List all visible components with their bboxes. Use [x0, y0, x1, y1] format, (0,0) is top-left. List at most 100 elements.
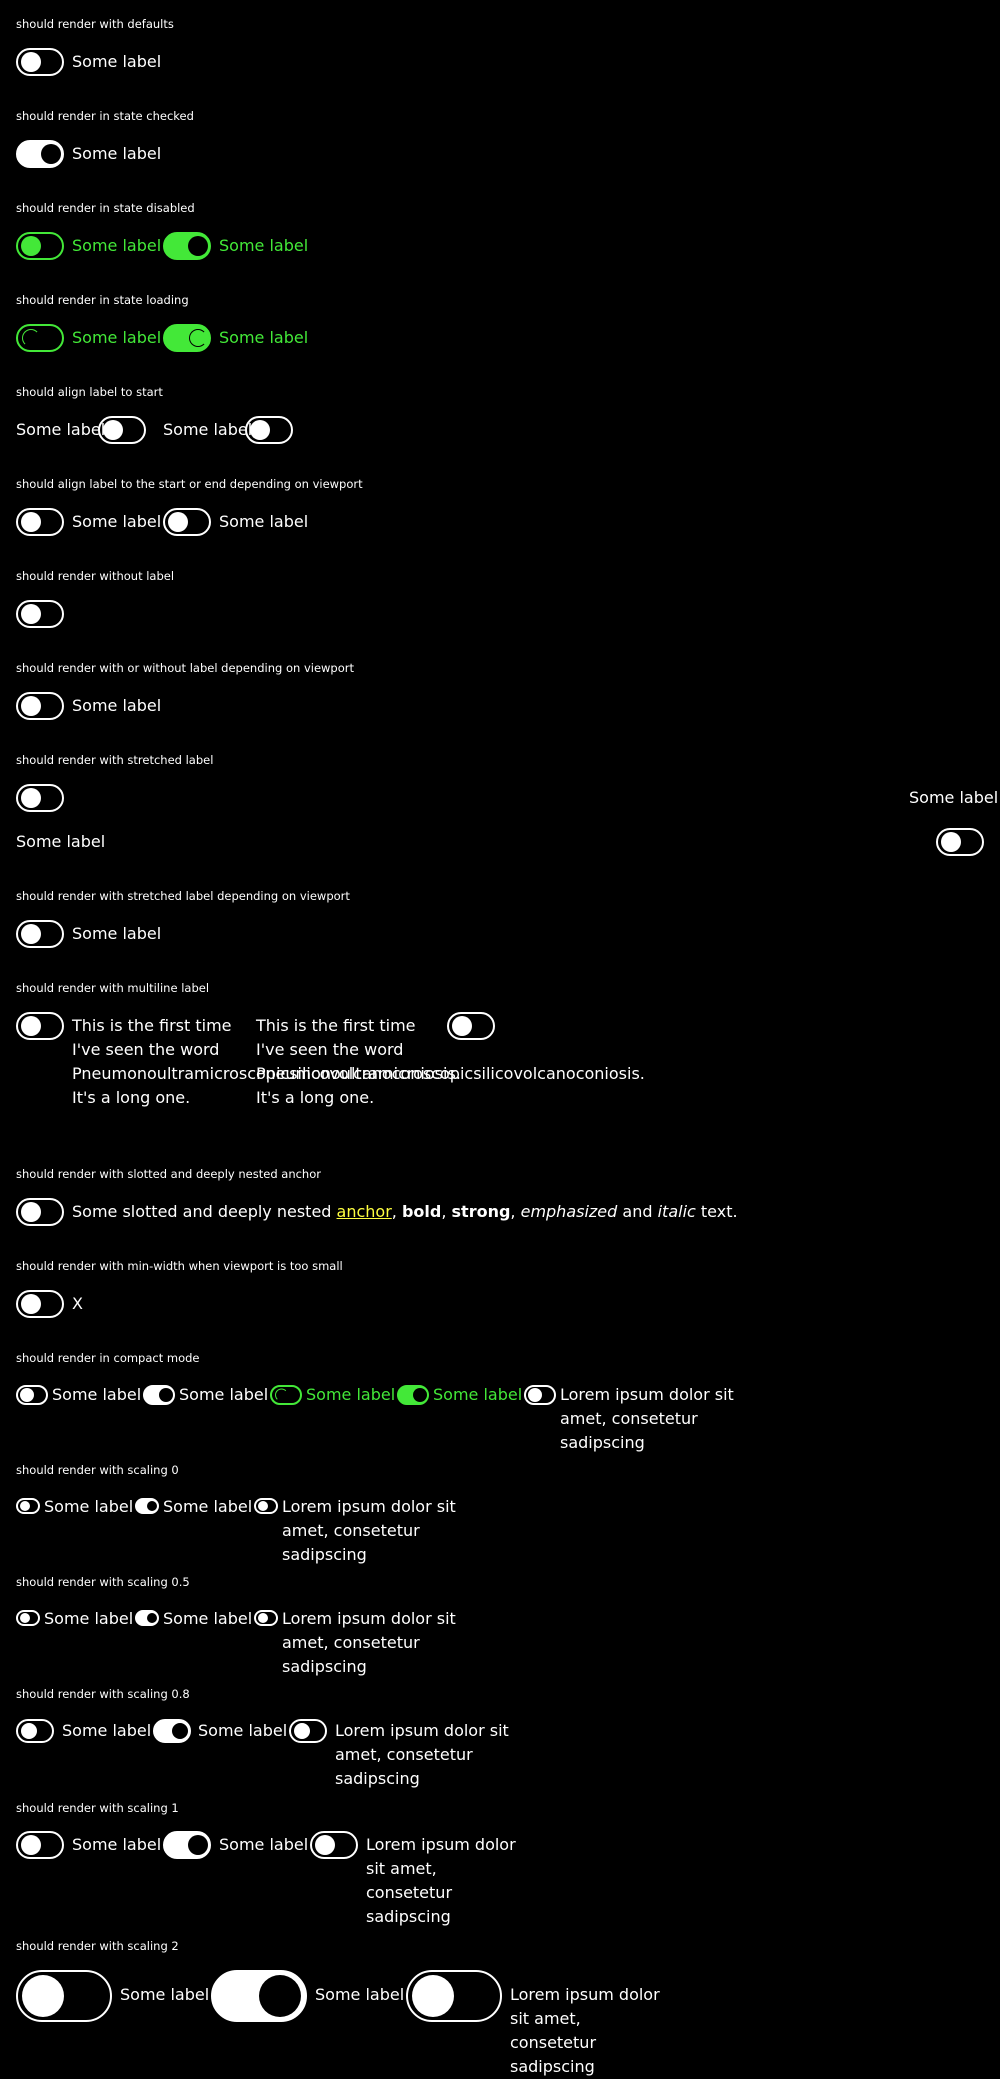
switch-label: Some label [16, 832, 106, 851]
switch-scaling-1-checked[interactable] [163, 1831, 211, 1859]
label-text: text. [695, 1202, 738, 1221]
switch-thumb [21, 52, 41, 72]
switch-label: Some label [198, 1721, 288, 1740]
section-title-min-width: should render with min-width when viewpo… [16, 1259, 343, 1273]
section-title-align-start: should align label to start [16, 385, 163, 399]
switch-compact[interactable] [524, 1385, 556, 1405]
switch-scaling-0-8[interactable] [16, 1719, 54, 1743]
switch-label: Some label [219, 1835, 309, 1854]
switch-stretched-start[interactable] [936, 828, 984, 856]
switch-label: Some label [179, 1385, 269, 1404]
switch-scaling-0[interactable] [16, 1498, 40, 1514]
switch-label: Some label [72, 52, 162, 71]
switch-label: Some label [52, 1385, 142, 1404]
switch-label: Some label [72, 144, 162, 163]
emphasized-text: emphasized [520, 1202, 618, 1221]
switch-thumb [159, 1388, 173, 1402]
switch-label: Some label [909, 788, 999, 807]
switch-scaling-0-8[interactable] [289, 1719, 327, 1743]
anchor-link[interactable]: anchor [337, 1202, 392, 1221]
switch[interactable] [98, 416, 146, 444]
switch-loading-checked [163, 324, 211, 352]
switch-scaling-0-checked[interactable] [135, 1498, 159, 1514]
italic-text: italic [657, 1202, 696, 1221]
switch[interactable] [16, 692, 64, 720]
switch-thumb [21, 1202, 41, 1222]
switch-label: Some label [16, 420, 106, 439]
switch-scaling-0-8-checked[interactable] [153, 1719, 191, 1743]
switch-label: Some label [72, 328, 162, 347]
switch-thumb [21, 512, 41, 532]
switch-lorem-label: Lorem ipsum dolor sit amet, consetetur s… [560, 1385, 734, 1452]
switch-thumb [21, 236, 41, 256]
switch-thumb [147, 1613, 157, 1623]
switch[interactable] [16, 1012, 64, 1040]
section-title-multiline: should render with multiline label [16, 981, 210, 995]
switch-label: Some label [163, 420, 253, 439]
switch-checked[interactable] [16, 140, 64, 168]
section-title-scaling-0-8: should render with scaling 0.8 [16, 1687, 190, 1701]
switch-scaling-1[interactable] [310, 1831, 358, 1859]
switch-thumb [21, 788, 41, 808]
switch-multiline-label: This is the first time I've seen the wor… [256, 1016, 645, 1107]
section-title-checked: should render in state checked [16, 109, 194, 123]
switch-thumb [412, 1975, 454, 2017]
switch-thumb [20, 1501, 30, 1511]
switch-scaling-0[interactable] [254, 1498, 278, 1514]
switch-label: Some label [72, 924, 162, 943]
switch[interactable] [16, 920, 64, 948]
switch[interactable] [163, 508, 211, 536]
switch[interactable] [16, 508, 64, 536]
switch-thumb [20, 1613, 30, 1623]
switch-thumb [528, 1388, 542, 1402]
switch-lorem-label: Lorem ipsum dolor sit amet, consetetur s… [282, 1497, 456, 1564]
section-title-nested-anchor: should render with slotted and deeply ne… [16, 1167, 321, 1181]
switch-label: Some label [219, 236, 309, 255]
switch-thumb [258, 1613, 268, 1623]
switch-scaling-0-5[interactable] [16, 1610, 40, 1626]
strong-text: strong [451, 1202, 511, 1221]
switch[interactable] [16, 1198, 64, 1226]
switch-nested-label: Some slotted and deeply nested anchor, b… [72, 1200, 738, 1224]
switch-label: Some label [44, 1497, 134, 1516]
label-text: , [441, 1202, 452, 1221]
switch-thumb [452, 1016, 472, 1036]
switch-label: Some label [306, 1385, 396, 1404]
switch[interactable] [245, 416, 293, 444]
switch-lorem-label: Lorem ipsum dolor sit amet, consetetur s… [282, 1609, 456, 1676]
switch-label: Some label [120, 1985, 210, 2004]
switch-disabled-checked [163, 232, 211, 260]
switch-thumb [172, 1723, 188, 1739]
switch[interactable] [16, 48, 64, 76]
switch-label: Some label [44, 1609, 134, 1628]
section-title-align-viewport: should align label to the start or end d… [16, 477, 363, 491]
switch-thumb [20, 1388, 34, 1402]
switch-compact[interactable] [16, 1385, 48, 1405]
switch-scaling-2[interactable] [406, 1970, 502, 2022]
loading-spinner-icon [189, 329, 207, 347]
switch-label: X [72, 1294, 83, 1313]
switch-scaling-2[interactable] [16, 1970, 112, 2022]
loading-spinner-icon [275, 1388, 288, 1402]
switch-scaling-2-checked[interactable] [211, 1970, 307, 2022]
section-title-disabled: should render in state disabled [16, 201, 195, 215]
section-title-loading: should render in state loading [16, 293, 189, 307]
switch-compact-checked[interactable] [143, 1385, 175, 1405]
switch-thumb [21, 1723, 37, 1739]
switch-stretched[interactable] [16, 784, 64, 812]
switch-thumb [250, 420, 270, 440]
switch-scaling-1[interactable] [16, 1831, 64, 1859]
switch-no-label[interactable] [16, 600, 64, 628]
switch[interactable] [16, 1290, 64, 1318]
section-title-compact: should render in compact mode [16, 1351, 200, 1365]
switch-scaling-0-5-checked[interactable] [135, 1610, 159, 1626]
loading-spinner-icon [22, 329, 40, 347]
switch-thumb [188, 236, 208, 256]
switch-label: Some label [72, 236, 162, 255]
switch-thumb [21, 1016, 41, 1036]
switch-scaling-0-5[interactable] [254, 1610, 278, 1626]
label-text: , [510, 1202, 521, 1221]
switch-label: Some label [62, 1721, 152, 1740]
switch-thumb [168, 512, 188, 532]
switch[interactable] [447, 1012, 495, 1040]
